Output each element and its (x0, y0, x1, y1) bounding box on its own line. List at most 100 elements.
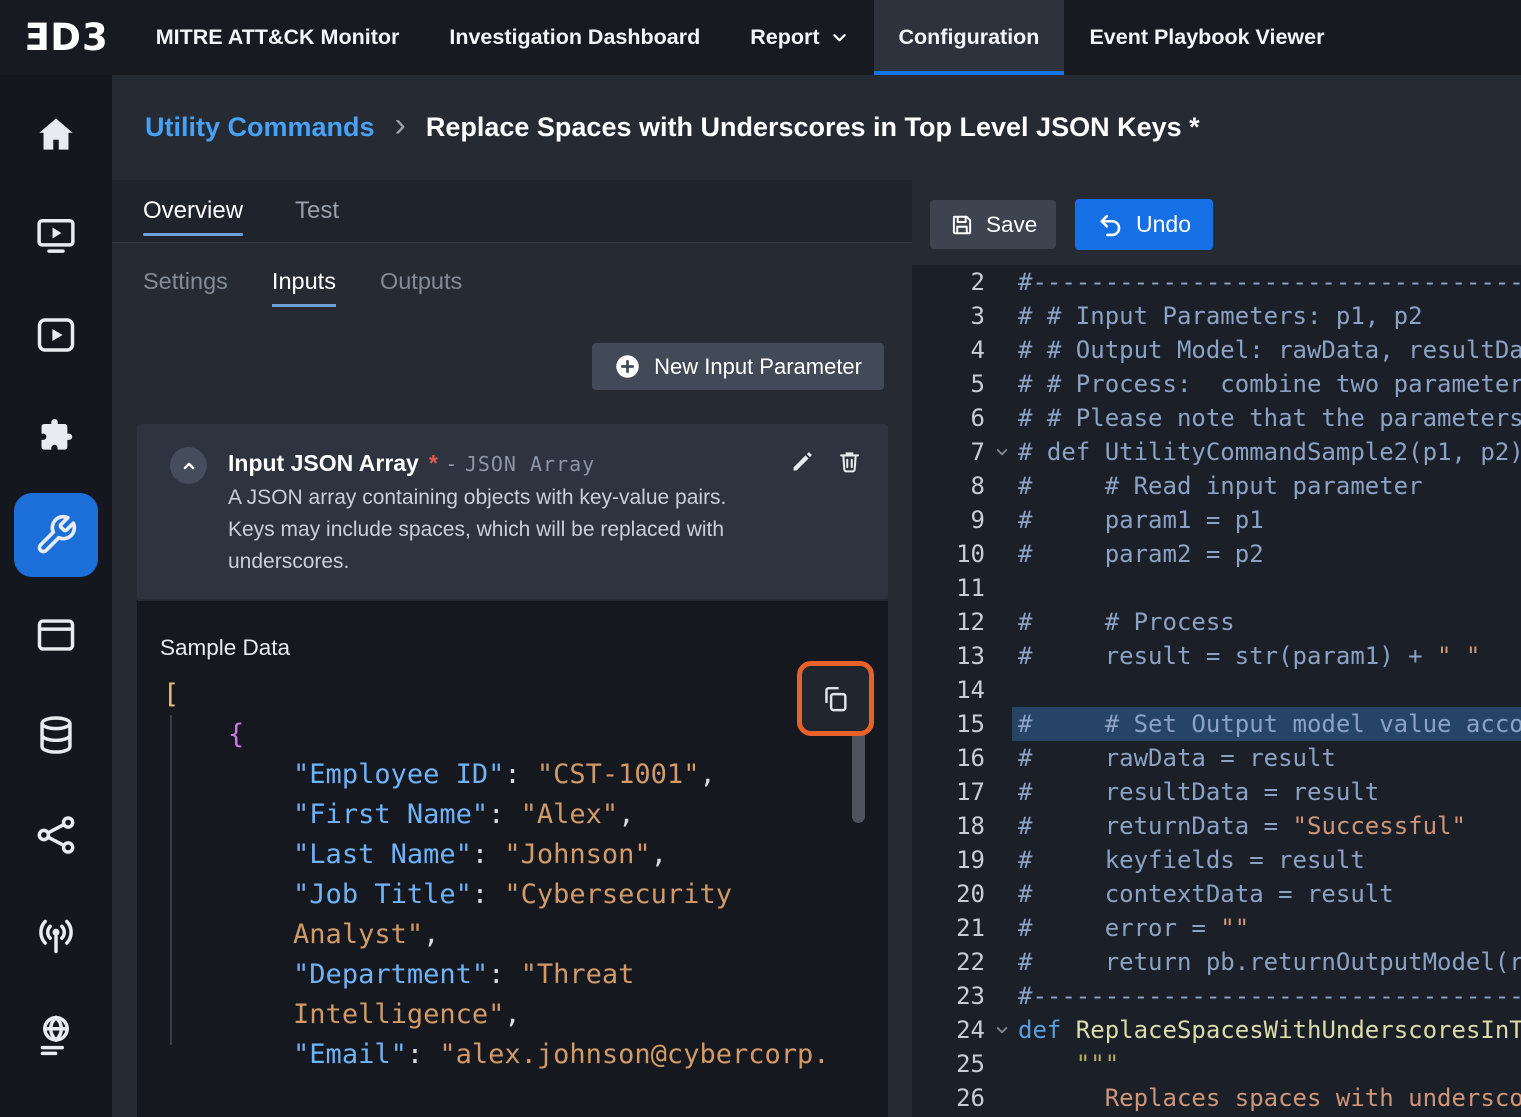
code-line: 18# returnData = "Successful" (912, 809, 1521, 843)
save-button[interactable]: Save (930, 200, 1056, 249)
code-line: 25 """ (912, 1047, 1521, 1081)
fold-spacer (985, 809, 1018, 843)
sidebar-item-share-network[interactable] (0, 785, 112, 885)
code-line: 2#--------------------------------------… (912, 265, 1521, 299)
sidebar-item-tools[interactable] (0, 485, 112, 585)
command-detail-panel: Overview Test Settings Inputs Outputs New I… (112, 180, 912, 1117)
line-number: 2 (912, 265, 985, 299)
json-line: "Employee ID": "CST-1001", (163, 755, 852, 795)
share-network-icon (34, 813, 78, 857)
sidebar-item-broadcast[interactable] (0, 885, 112, 985)
line-number: 12 (912, 605, 985, 639)
code-line: 10# param2 = p2 (912, 537, 1521, 571)
code-text: # rawData = result (1018, 741, 1521, 775)
code-text: # # Input Parameters: p1, p2 (1018, 299, 1521, 333)
sample-json-editor[interactable]: [ { "Employee ID": "CST-1001", "First Na… (163, 675, 852, 1075)
line-number: 26 (912, 1081, 985, 1115)
code-text: # # Process: combine two parameters (1018, 367, 1521, 401)
type-separator: - (448, 453, 455, 477)
line-number: 22 (912, 945, 985, 979)
nav-item-mitre-att-ck-monitor[interactable]: MITRE ATT&CK Monitor (131, 0, 425, 75)
tab-test[interactable]: Test (295, 180, 339, 242)
script-editor-panel: Save Undo 2#----------------------------… (912, 180, 1521, 1117)
json-line: "Job Title": "Cybersecurity (163, 875, 852, 915)
subtab-inputs[interactable]: Inputs (272, 268, 336, 307)
line-number: 16 (912, 741, 985, 775)
subtab-settings[interactable]: Settings (143, 268, 228, 307)
fold-spacer (985, 741, 1018, 775)
subtab-outputs[interactable]: Outputs (380, 268, 462, 307)
code-text: # # Process (1018, 605, 1521, 639)
code-line: 20# contextData = result (912, 877, 1521, 911)
nav-item-configuration[interactable]: Configuration (874, 0, 1065, 75)
fold-spacer (985, 911, 1018, 945)
breadcrumb-utility-commands[interactable]: Utility Commands (145, 112, 375, 143)
line-number: 24 (912, 1013, 985, 1047)
sidebar-item-monitor-play[interactable] (0, 185, 112, 285)
input-parameter-description: A JSON array containing objects with key… (228, 482, 773, 578)
line-number: 10 (912, 537, 985, 571)
top-nav-items: MITRE ATT&CK Monitor Investigation Dashbo… (131, 0, 1350, 75)
code-text: """ (1018, 1047, 1521, 1081)
input-parameter-actions (789, 448, 863, 475)
json-line: "Last Name": "Johnson", (163, 835, 852, 875)
fold-chevron-icon[interactable] (985, 435, 1018, 469)
sidebar-item-home[interactable] (0, 85, 112, 185)
trash-icon (836, 448, 863, 475)
code-line: 26 Replaces spaces with underscores (912, 1081, 1521, 1115)
input-parameter-card: Input JSON Array * - JSON Array A JSON a… (137, 424, 888, 599)
code-line: 16 # rawData = result (912, 741, 1521, 775)
json-line: Intelligence", (163, 995, 852, 1035)
collapse-input-button[interactable] (170, 447, 207, 484)
d3-logo[interactable]: ƎD3 (0, 0, 109, 75)
fold-spacer (985, 265, 1018, 299)
copy-sample-data-button[interactable] (802, 666, 869, 731)
fold-spacer (985, 945, 1018, 979)
new-input-parameter-button[interactable]: New Input Parameter (592, 343, 884, 390)
line-number: 11 (912, 571, 985, 605)
undo-button[interactable]: Undo (1075, 199, 1213, 250)
sample-data-section: Sample Data [ { "Employee ID": "CST-1001… (137, 601, 888, 1117)
fold-chevron-icon[interactable] (985, 1013, 1018, 1047)
new-input-parameter-label: New Input Parameter (654, 354, 862, 380)
code-text: # contextData = result (1018, 877, 1521, 911)
json-line: "Department": "Threat (163, 955, 852, 995)
nav-item-event-playbook-viewer[interactable]: Event Playbook Viewer (1064, 0, 1349, 75)
line-number: 6 (912, 401, 985, 435)
sidebar-item-database[interactable] (0, 685, 112, 785)
code-line: 5 # # Process: combine two parameters (912, 367, 1521, 401)
line-number: 8 (912, 469, 985, 503)
breadcrumb: Utility Commands › Replace Spaces with U… (112, 75, 1521, 180)
sidebar-item-video-play[interactable] (0, 285, 112, 385)
sidebar-item-puzzle[interactable] (0, 385, 112, 485)
code-line: 9# param1 = p1 (912, 503, 1521, 537)
nav-item-report[interactable]: Report (725, 0, 873, 75)
code-line: 13# result = str(param1) + " " (912, 639, 1521, 673)
fold-spacer (985, 333, 1018, 367)
line-number: 5 (912, 367, 985, 401)
code-line-highlighted: 15# # Set Output model value accor (912, 707, 1521, 741)
code-line: 23#-------------------------------------… (912, 979, 1521, 1013)
edit-input-button[interactable] (789, 448, 816, 475)
code-line: 11 (912, 571, 1521, 605)
python-code-editor[interactable]: 2#--------------------------------------… (912, 265, 1521, 1117)
sidebar-item-globe[interactable] (0, 985, 112, 1085)
plus-circle-icon (614, 353, 641, 380)
fold-spacer (985, 979, 1018, 1013)
icon-sidebar (0, 75, 112, 1117)
tools-icon (34, 513, 78, 557)
fold-spacer (985, 401, 1018, 435)
fold-spacer (985, 639, 1018, 673)
fold-spacer (985, 503, 1018, 537)
code-line: 17# resultData = result (912, 775, 1521, 809)
sidebar-item-app-window[interactable] (0, 585, 112, 685)
code-text: # returnData = "Successful" (1018, 809, 1521, 843)
nav-item-label: Investigation Dashboard (449, 25, 700, 50)
input-parameter-header: Input JSON Array * - JSON Array (228, 450, 595, 477)
code-text: # param1 = p1 (1018, 503, 1521, 537)
delete-input-button[interactable] (836, 448, 863, 475)
pencil-icon (789, 448, 816, 475)
tab-overview[interactable]: Overview (143, 180, 243, 242)
input-parameter-name: Input JSON Array (228, 450, 419, 477)
nav-item-investigation-dashboard[interactable]: Investigation Dashboard (424, 0, 725, 75)
